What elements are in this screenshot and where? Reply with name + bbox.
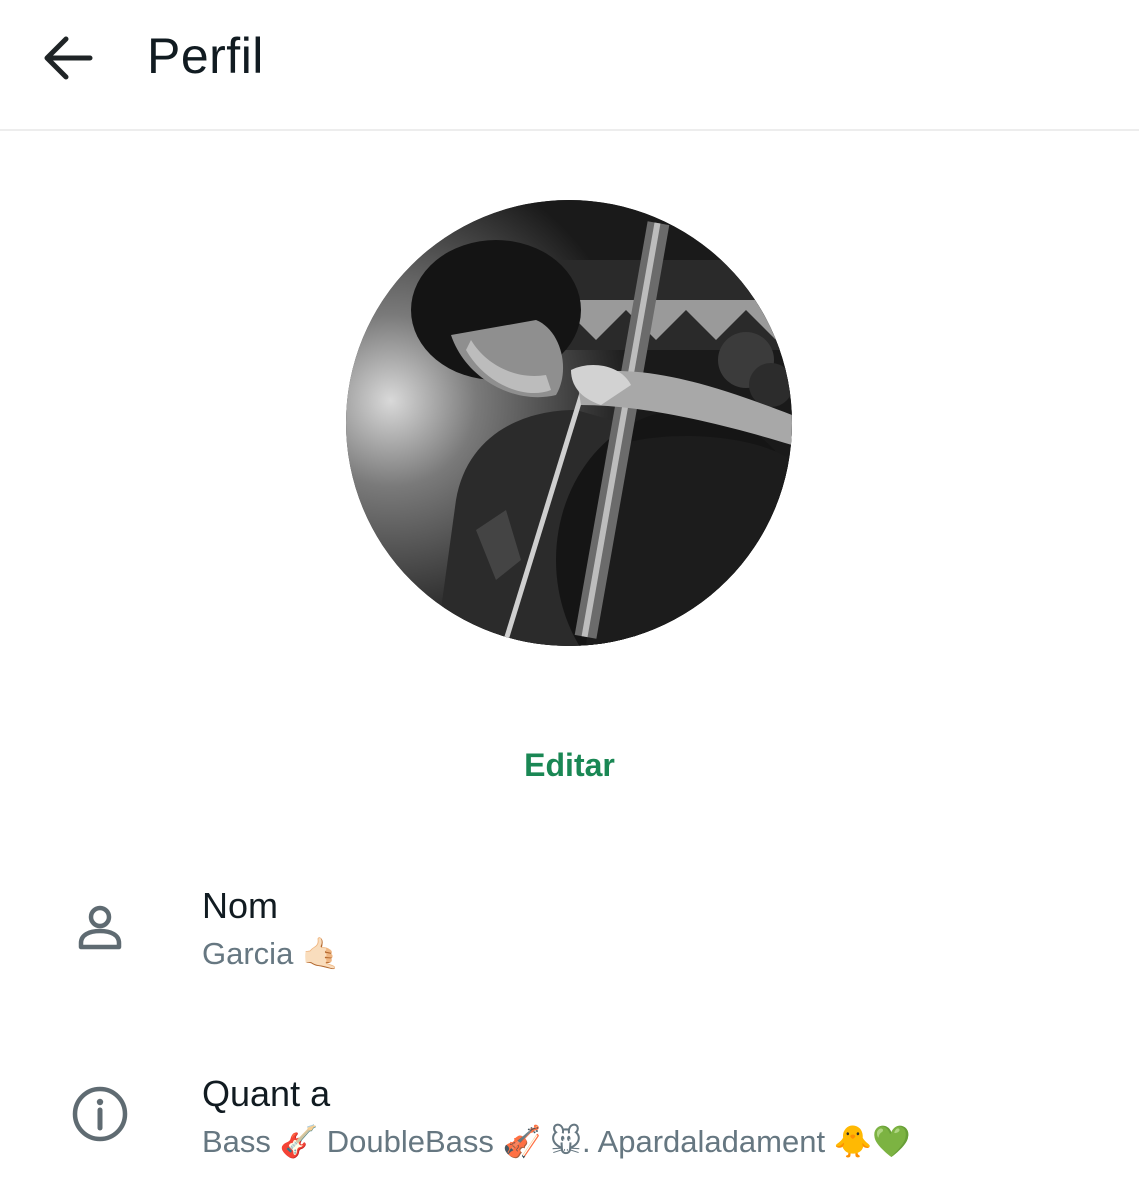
- arrow-left-icon: [44, 36, 93, 80]
- name-value: Garcia 🤙🏻: [202, 936, 341, 971]
- about-value: Bass 🎸 DoubleBass 🎻 🐭. Apardaladament 🐥💚: [202, 1124, 911, 1159]
- name-field-row[interactable]: Nom Garcia 🤙🏻: [0, 870, 1139, 1000]
- edit-photo-button[interactable]: Editar: [0, 742, 1139, 788]
- person-icon: [78, 905, 122, 950]
- back-button[interactable]: [30, 20, 106, 96]
- profile-screen: Perfil Editar Nom Garcia 🤙🏻 Quant a Bass…: [0, 0, 1139, 1200]
- info-icon: [72, 1086, 128, 1142]
- profile-photo-image: [346, 200, 792, 646]
- top-app-bar: Perfil: [0, 0, 1139, 131]
- page-title: Perfil: [147, 28, 264, 84]
- about-field-row[interactable]: Quant a Bass 🎸 DoubleBass 🎻 🐭. Apardalad…: [0, 1058, 1139, 1188]
- profile-photo[interactable]: [346, 200, 792, 646]
- about-label: Quant a: [202, 1073, 331, 1114]
- name-label: Nom: [202, 885, 279, 926]
